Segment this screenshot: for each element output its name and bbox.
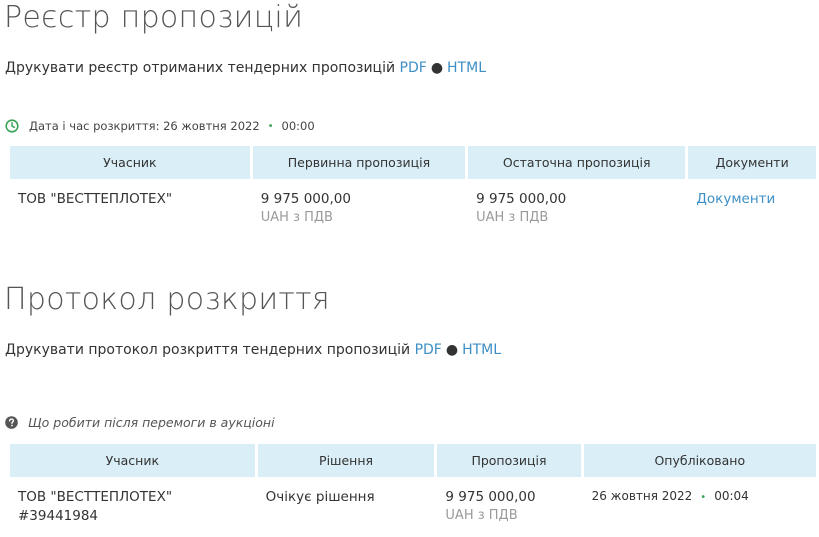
help-link[interactable]: Що робити після перемоги в аукціоні (5, 415, 275, 430)
registry-table: Учасник Первинна пропозиція Остаточна пр… (7, 146, 819, 225)
protocol-dot: ● (445, 342, 459, 358)
registry-html-link[interactable]: HTML (447, 60, 486, 76)
opening-sep: • (267, 120, 274, 132)
opening-datetime: Дата і час розкриття: 26 жовтня 2022 • 0… (5, 119, 315, 133)
protocol-print-line: Друкувати протокол розкриття тендерних п… (5, 342, 501, 358)
registry-initial-cell: 9 975 000,00 UAH з ПДВ (253, 179, 465, 225)
registry-print-line: Друкувати реєстр отриманих тендерних про… (5, 60, 486, 76)
protocol-published-time: 00:04 (714, 489, 749, 503)
registry-final-currency: UAH з ПДВ (476, 210, 549, 225)
protocol-title: Протокол розкриття (4, 282, 330, 317)
protocol-currency: UAH з ПДВ (445, 508, 518, 523)
registry-initial-amount: 9 975 000,00 (260, 191, 351, 207)
help-text[interactable]: Що робити після перемоги в аукціоні (28, 415, 275, 430)
protocol-html-link[interactable]: HTML (462, 342, 501, 358)
registry-header-documents: Документи (688, 146, 816, 179)
protocol-decision: Очікує рішення (265, 489, 375, 505)
opening-date: Дата і час розкриття: 26 жовтня 2022 (29, 119, 260, 133)
registry-participant: ТОВ "ВЕСТТЕПЛОТЕХ" (18, 191, 173, 207)
documents-link[interactable]: Документи (696, 191, 775, 207)
protocol-print-text: Друкувати протокол розкриття тендерних п… (5, 342, 411, 358)
registry-final-amount: 9 975 000,00 (476, 191, 567, 207)
protocol-header-published: Опубліковано (583, 444, 816, 477)
registry-header-initial: Первинна пропозиція (252, 146, 466, 179)
registry-pdf-link[interactable]: PDF (400, 60, 427, 76)
clock-icon (5, 119, 19, 133)
registry-header-participant: Учасник (10, 146, 250, 179)
protocol-pdf-link[interactable]: PDF (415, 342, 442, 358)
protocol-participant-cell: ТОВ "ВЕСТТЕПЛОТЕХ" #39441984 (10, 477, 255, 524)
protocol-header-offer: Пропозиція (437, 444, 581, 477)
registry-title: Реєстр пропозицій (4, 0, 304, 35)
registry-print-text: Друкувати реєстр отриманих тендерних про… (5, 60, 396, 76)
protocol-header-row: Учасник Рішення Пропозиція Опубліковано (10, 444, 816, 477)
table-row: ТОВ "ВЕСТТЕПЛОТЕХ" 9 975 000,00 UAH з ПД… (10, 179, 816, 225)
question-icon (5, 416, 18, 429)
registry-header-final: Остаточна пропозиція (468, 146, 686, 179)
registry-dot: ● (430, 60, 444, 76)
opening-time: 00:00 (281, 119, 315, 133)
registry-final-cell: 9 975 000,00 UAH з ПДВ (468, 179, 685, 225)
protocol-published-sep: • (700, 492, 707, 503)
registry-initial-currency: UAH з ПДВ (260, 210, 333, 225)
protocol-amount: 9 975 000,00 (445, 489, 536, 505)
protocol-offer-cell: 9 975 000,00 UAH з ПДВ (437, 477, 580, 524)
protocol-header-participant: Учасник (10, 444, 255, 477)
registry-documents-cell: Документи (688, 179, 816, 225)
protocol-participant-id: #39441984 (18, 508, 99, 524)
protocol-published-cell: 26 жовтня 2022 • 00:04 (584, 477, 816, 524)
registry-header-row: Учасник Первинна пропозиція Остаточна пр… (10, 146, 816, 179)
protocol-header-decision: Рішення (257, 444, 435, 477)
table-row: ТОВ "ВЕСТТЕПЛОТЕХ" #39441984 Очікує ріше… (10, 477, 816, 524)
protocol-published-date: 26 жовтня 2022 (591, 489, 693, 503)
protocol-participant: ТОВ "ВЕСТТЕПЛОТЕХ" (18, 489, 173, 505)
protocol-table: Учасник Рішення Пропозиція Опубліковано … (7, 444, 819, 524)
